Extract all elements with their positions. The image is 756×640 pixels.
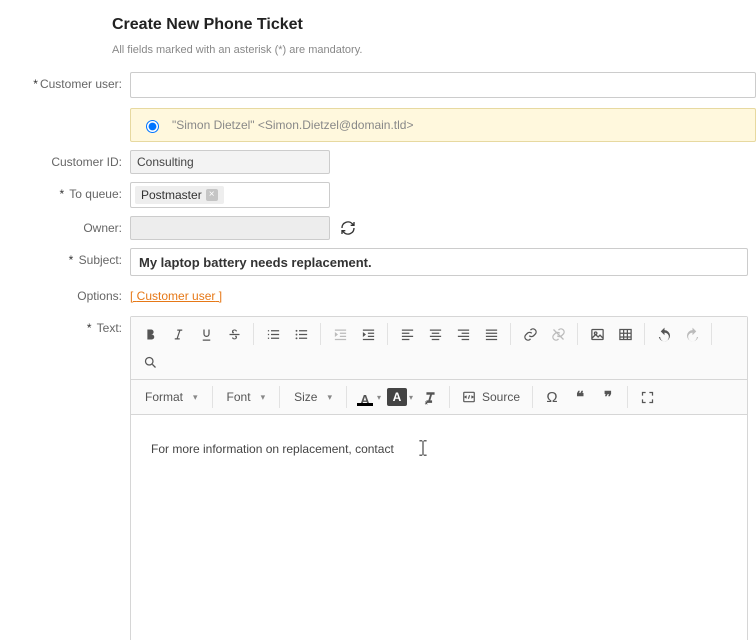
text-color-button[interactable]: A▾ — [353, 384, 383, 410]
quote-close-button[interactable]: ❞ — [595, 384, 621, 410]
selected-customer-radio[interactable] — [146, 120, 159, 133]
queue-token-remove-icon[interactable]: × — [206, 189, 218, 201]
size-dropdown[interactable]: Size▾ — [286, 384, 340, 410]
text-label: * Text: — [0, 316, 130, 340]
subject-label: * Subject: — [0, 248, 130, 272]
align-right-button[interactable] — [450, 321, 476, 347]
owner-label: Owner: — [0, 216, 130, 240]
align-left-button[interactable] — [394, 321, 420, 347]
maximize-button[interactable] — [634, 384, 660, 410]
table-button[interactable] — [612, 321, 638, 347]
redo-button[interactable] — [679, 321, 705, 347]
undo-button[interactable] — [651, 321, 677, 347]
remove-format-button[interactable]: x — [417, 384, 443, 410]
outdent-button[interactable] — [327, 321, 353, 347]
underline-button[interactable] — [193, 321, 219, 347]
owner-select[interactable] — [130, 216, 330, 240]
subject-input[interactable] — [130, 248, 748, 276]
refresh-icon[interactable] — [340, 220, 356, 236]
page-title: Create New Phone Ticket — [112, 16, 756, 34]
strikethrough-button[interactable] — [221, 321, 247, 347]
editor-toolbar-2: Format▾ Font▾ Size▾ A▾ A▾ x Source — [131, 380, 747, 415]
special-char-button[interactable]: Ω — [539, 384, 565, 410]
customer-user-label: *Customer user: — [0, 72, 130, 96]
ordered-list-button[interactable] — [260, 321, 286, 347]
selected-customer-box: "Simon Dietzel" <Simon.Dietzel@domain.tl… — [130, 108, 756, 142]
selected-customer-text: "Simon Dietzel" <Simon.Dietzel@domain.tl… — [172, 118, 413, 132]
customer-user-input[interactable] — [130, 72, 756, 98]
editor-content-text: For more information on replacement, con… — [151, 442, 394, 456]
image-button[interactable] — [584, 321, 610, 347]
align-center-button[interactable] — [422, 321, 448, 347]
queue-token: Postmaster × — [135, 186, 224, 204]
unlink-button[interactable] — [545, 321, 571, 347]
options-label: Options: — [0, 284, 130, 308]
bold-button[interactable] — [137, 321, 163, 347]
to-queue-select[interactable]: Postmaster × — [130, 182, 330, 208]
queue-token-label: Postmaster — [141, 188, 202, 202]
to-queue-label: * To queue: — [0, 182, 130, 206]
text-cursor-icon — [417, 439, 429, 460]
background-color-button[interactable]: A▾ — [385, 384, 415, 410]
align-justify-button[interactable] — [478, 321, 504, 347]
mandatory-note: All fields marked with an asterisk (*) a… — [112, 44, 756, 56]
link-button[interactable] — [517, 321, 543, 347]
unordered-list-button[interactable] — [288, 321, 314, 347]
editor-body[interactable]: For more information on replacement, con… — [131, 415, 747, 640]
indent-button[interactable] — [355, 321, 381, 347]
editor-toolbar-1 — [131, 317, 747, 380]
customer-id-value: Consulting — [130, 150, 330, 174]
quote-open-button[interactable]: ❝ — [567, 384, 593, 410]
format-dropdown[interactable]: Format▾ — [137, 384, 206, 410]
rich-text-editor: Format▾ Font▾ Size▾ A▾ A▾ x Source — [130, 316, 748, 640]
italic-button[interactable] — [165, 321, 191, 347]
customer-id-label: Customer ID: — [0, 150, 130, 174]
svg-text:x: x — [423, 399, 427, 404]
source-button[interactable]: Source — [456, 384, 526, 410]
options-customer-user-link[interactable]: Customer user — [130, 289, 222, 303]
find-button[interactable] — [137, 349, 163, 375]
font-dropdown[interactable]: Font▾ — [219, 384, 274, 410]
